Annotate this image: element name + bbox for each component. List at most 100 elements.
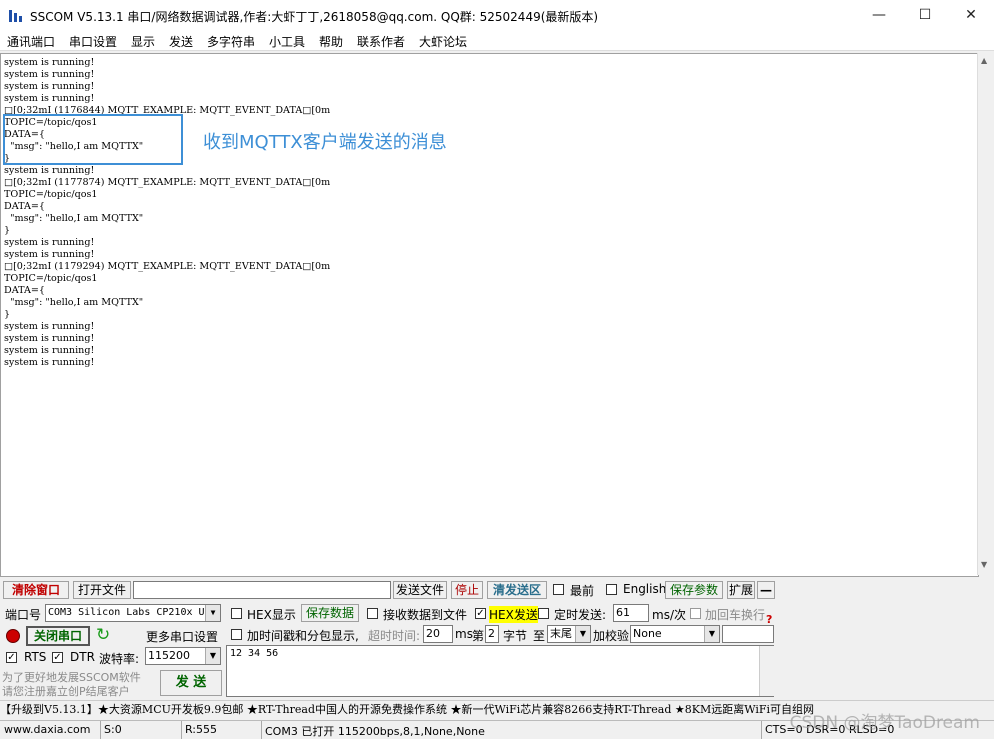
- clear-send-button[interactable]: 清发送区: [487, 581, 547, 599]
- rts-label: RTS: [24, 650, 47, 664]
- dtr-label: DTR: [70, 650, 95, 664]
- output-line: system is running!: [4, 249, 95, 260]
- dtr-checkbox[interactable]: ✓: [52, 652, 63, 663]
- minimize-button[interactable]: —: [856, 0, 902, 30]
- stop-button[interactable]: 停止: [451, 581, 483, 599]
- port-label: 端口号: [5, 608, 42, 622]
- close-port-button[interactable]: 关闭串口: [26, 626, 90, 646]
- menu-port-settings[interactable]: 串口设置: [69, 33, 117, 50]
- menu-multi-string[interactable]: 多字符串: [207, 33, 255, 50]
- more-port-settings-link[interactable]: 更多串口设置: [146, 628, 218, 645]
- website-link[interactable]: www.daxia.com: [4, 723, 91, 736]
- chevron-down-icon: ▼: [704, 626, 719, 642]
- menu-contact-author[interactable]: 联系作者: [357, 33, 405, 50]
- title-bar: SSCOM V5.13.1 串口/网络数据调试器,作者:大虾丁丁,2618058…: [0, 0, 994, 30]
- promo-line-2: 请您注册嘉立创P结尾客户: [2, 685, 130, 698]
- output-line: □[0;32mI (1179294) MQTT_EXAMPLE: MQTT_EV…: [4, 261, 331, 272]
- expand-button[interactable]: 扩展: [727, 581, 755, 599]
- add-crlf-label: 加回车换行: [705, 608, 766, 622]
- hex-send-checkbox[interactable]: ✓: [475, 608, 486, 619]
- rts-checkbox[interactable]: ✓: [6, 652, 17, 663]
- maximize-button[interactable]: ☐: [902, 0, 948, 30]
- nth-field[interactable]: 2: [485, 625, 499, 643]
- file-path-field[interactable]: [133, 581, 391, 599]
- chevron-down-icon: ▼: [575, 626, 590, 642]
- output-line: }: [4, 225, 11, 236]
- sent-count: S:0: [104, 723, 122, 736]
- end-select[interactable]: 末尾 ▼: [547, 625, 591, 643]
- timeout-unit: ms: [455, 627, 473, 641]
- output-line: DATA={: [4, 285, 46, 296]
- scroll-down-icon[interactable]: ▼: [981, 560, 987, 569]
- menu-tools[interactable]: 小工具: [269, 33, 305, 50]
- english-label: English: [623, 582, 667, 596]
- byte-label: 字节: [503, 629, 528, 643]
- timeout-field[interactable]: 20: [423, 625, 453, 643]
- chevron-down-icon: ▼: [205, 605, 220, 621]
- port-status-indicator-icon: [6, 629, 20, 643]
- output-line: }: [4, 309, 11, 320]
- close-button[interactable]: ✕: [948, 0, 994, 30]
- received-count: R:555: [185, 723, 218, 736]
- baud-select[interactable]: 115200 ▼: [145, 647, 221, 665]
- clear-window-button[interactable]: 清除窗口: [3, 581, 69, 599]
- timeout-label: 超时时间:: [368, 629, 421, 643]
- send-button[interactable]: 发 送: [160, 670, 222, 696]
- output-line: system is running!: [4, 69, 95, 80]
- timed-send-checkbox[interactable]: [538, 608, 549, 619]
- output-line: system is running!: [4, 57, 95, 68]
- output-lines: system is running! system is running! syst…: [4, 57, 330, 369]
- output-line: system is running!: [4, 333, 95, 344]
- port-select[interactable]: COM3 Silicon Labs CP210x U ▼: [45, 604, 221, 622]
- english-checkbox[interactable]: [606, 584, 617, 595]
- checksum-result-field[interactable]: [722, 625, 774, 643]
- latest-checkbox[interactable]: [553, 584, 564, 595]
- send-scrollbar[interactable]: [759, 646, 774, 696]
- output-line: TOPIC=/topic/qos1: [4, 189, 98, 200]
- menu-bar: 通讯端口 串口设置 显示 发送 多字符串 小工具 帮助 联系作者 大虾论坛: [0, 30, 994, 51]
- to-label: 至: [533, 629, 546, 643]
- open-file-button[interactable]: 打开文件: [73, 581, 131, 599]
- app-icon: [9, 10, 22, 22]
- refresh-icon[interactable]: ↻: [96, 626, 110, 644]
- output-line: system is running!: [4, 321, 95, 332]
- status-divider: [181, 721, 182, 739]
- output-line: "msg": "hello,I am MQTTX": [4, 297, 144, 308]
- interval-field[interactable]: 61: [613, 604, 649, 622]
- output-line: system is running!: [4, 165, 95, 176]
- recv-to-file-checkbox[interactable]: [367, 608, 378, 619]
- menu-comm-port[interactable]: 通讯端口: [7, 33, 55, 50]
- save-data-button[interactable]: 保存数据: [301, 604, 359, 622]
- hex-display-label: HEX显示: [247, 608, 296, 622]
- watermark: CSDN @淘梦TaoDream: [789, 713, 980, 733]
- hex-display-checkbox[interactable]: [231, 608, 242, 619]
- timestamp-checkbox[interactable]: [231, 629, 242, 640]
- output-scrollbar[interactable]: ▲ ▼: [977, 53, 994, 575]
- output-line: "msg": "hello,I am MQTTX": [4, 213, 144, 224]
- checksum-value: None: [633, 627, 662, 640]
- menu-send[interactable]: 发送: [169, 33, 193, 50]
- checksum-select[interactable]: None ▼: [630, 625, 720, 643]
- send-file-button[interactable]: 发送文件: [393, 581, 447, 599]
- window-title: SSCOM V5.13.1 串口/网络数据调试器,作者:大虾丁丁,2618058…: [30, 10, 599, 24]
- menu-display[interactable]: 显示: [131, 33, 155, 50]
- collapse-button[interactable]: —: [757, 581, 775, 599]
- annotation-highlight-box: [3, 114, 183, 165]
- port-state: COM3 已打开 115200bps,8,1,None,None: [265, 725, 485, 738]
- baud-value: 115200: [148, 649, 190, 662]
- status-divider: [261, 721, 262, 739]
- menu-help[interactable]: 帮助: [319, 33, 343, 50]
- baud-label: 波特率:: [99, 652, 140, 666]
- output-line: TOPIC=/topic/qos1: [4, 273, 98, 284]
- annotation-text: 收到MQTTX客户端发送的消息: [203, 132, 447, 153]
- menu-forum[interactable]: 大虾论坛: [419, 33, 467, 50]
- status-divider: [100, 721, 101, 739]
- recv-to-file-label: 接收数据到文件: [383, 608, 468, 622]
- scroll-up-icon[interactable]: ▲: [981, 56, 987, 65]
- send-input[interactable]: 12 34 56: [226, 645, 774, 697]
- add-crlf-checkbox[interactable]: [690, 608, 701, 619]
- save-params-button[interactable]: 保存参数: [665, 581, 723, 599]
- end-value: 末尾: [550, 627, 572, 640]
- timed-send-label: 定时发送:: [554, 608, 607, 622]
- output-line: system is running!: [4, 237, 95, 248]
